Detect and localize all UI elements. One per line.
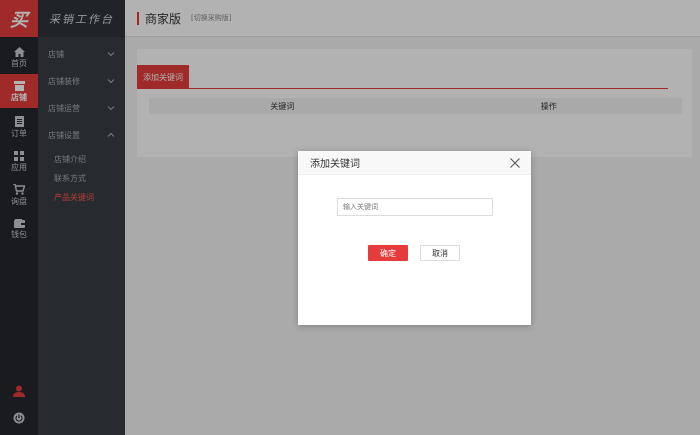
cancel-button[interactable]: 取消 <box>420 245 460 261</box>
dialog-title: 添加关键词 <box>310 159 360 170</box>
keyword-input[interactable] <box>337 198 493 216</box>
add-keyword-dialog: 添加关键词 确定 取消 <box>298 151 531 325</box>
close-icon[interactable] <box>509 157 521 169</box>
confirm-button[interactable]: 确定 <box>368 245 408 261</box>
dialog-header: 添加关键词 <box>298 151 531 175</box>
